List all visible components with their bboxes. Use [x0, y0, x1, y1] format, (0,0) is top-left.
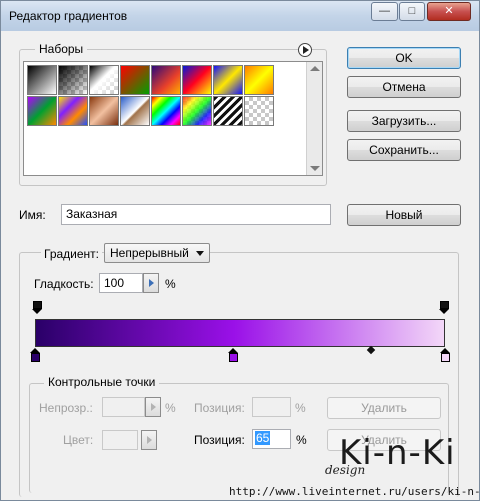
smoothness-unit: %: [165, 277, 176, 291]
load-button[interactable]: Загрузить...: [347, 110, 461, 132]
preset-swatch-spectrum[interactable]: [151, 96, 181, 126]
color-position-label: Позиция:: [194, 433, 245, 447]
color-position-unit: %: [296, 433, 307, 447]
preset-swatch-transparent[interactable]: [244, 96, 274, 126]
gradient-type-select[interactable]: Непрерывный: [104, 243, 210, 263]
color-stop-2[interactable]: [439, 348, 451, 362]
opacity-arrow-icon[interactable]: [145, 397, 161, 417]
smoothness-label: Гладкость:: [34, 277, 94, 291]
color-swatch-field[interactable]: [102, 430, 138, 450]
window-title: Редактор градиентов: [9, 9, 128, 23]
color-label: Цвет:: [63, 433, 94, 447]
preset-swatch-transparent-rainbow[interactable]: [182, 96, 212, 126]
smoothness-input[interactable]: 100: [99, 273, 143, 293]
close-button[interactable]: ✕: [427, 2, 471, 21]
preset-swatch-yellow-violet-orange-blue[interactable]: [58, 96, 88, 126]
name-input[interactable]: Заказная: [61, 204, 331, 225]
maximize-button[interactable]: □: [399, 2, 425, 21]
minimize-button[interactable]: —: [371, 2, 398, 21]
preset-swatch-black-white[interactable]: [27, 65, 57, 95]
gradient-type-value: Непрерывный: [110, 246, 189, 260]
gradient-editor-window: Редактор градиентов — □ ✕ Наборы OK Отме…: [0, 0, 480, 501]
title-bar[interactable]: Редактор градиентов — □ ✕: [1, 1, 479, 31]
opacity-input[interactable]: [102, 397, 145, 417]
opacity-label: Непрозр.:: [39, 401, 93, 415]
cancel-button[interactable]: Отмена: [347, 76, 461, 98]
presets-swatch-panel: [23, 61, 323, 176]
preset-swatch-black-transparent[interactable]: [58, 65, 88, 95]
preset-swatch-white-transparent[interactable]: [89, 65, 119, 95]
preset-swatch-violet-green-orange[interactable]: [27, 96, 57, 126]
color-stop-0[interactable]: [29, 348, 41, 362]
watermark-url: http://www.liveinternet.ru/users/ki-n-ki…: [229, 485, 480, 498]
color-arrow-icon[interactable]: [141, 430, 157, 450]
opacity-unit: %: [165, 401, 176, 415]
opacity-position-unit: %: [295, 401, 306, 415]
presets-label: Наборы: [35, 42, 88, 56]
save-button[interactable]: Сохранить...: [347, 139, 461, 161]
preset-swatch-blue-yellow-blue[interactable]: [213, 65, 243, 95]
opacity-stop-left[interactable]: [32, 301, 43, 314]
watermark-design: design: [325, 463, 366, 477]
play-circle-icon[interactable]: [298, 43, 312, 57]
opacity-position-input[interactable]: [252, 397, 291, 417]
preset-swatch-blue-red-yellow[interactable]: [182, 65, 212, 95]
presets-scrollbar[interactable]: [306, 62, 322, 175]
preset-swatch-orange-yellow-orange[interactable]: [244, 65, 274, 95]
color-stop-1[interactable]: [228, 348, 239, 362]
scroll-down-icon[interactable]: [310, 166, 320, 171]
preset-swatch-copper[interactable]: [89, 96, 119, 126]
preset-swatch-transparent-stripes[interactable]: [213, 96, 243, 126]
color-position-input[interactable]: 65: [252, 429, 291, 449]
gradient-preview-bar[interactable]: [35, 319, 445, 347]
name-label: Имя:: [19, 208, 46, 222]
opacity-stop-right[interactable]: [439, 301, 450, 314]
gradient-type-label: Градиент:: [41, 247, 103, 261]
preset-swatch-red-green[interactable]: [120, 65, 150, 95]
opacity-position-label: Позиция:: [194, 401, 245, 415]
preset-swatch-violet-orange[interactable]: [151, 65, 181, 95]
scroll-up-icon[interactable]: [310, 66, 320, 71]
control-points-label: Контрольные точки: [44, 375, 160, 389]
new-button[interactable]: Новый: [347, 204, 461, 226]
chevron-down-icon: [196, 251, 204, 256]
preset-swatch-chrome[interactable]: [120, 96, 150, 126]
ok-button[interactable]: OK: [347, 47, 461, 69]
smoothness-arrow-icon[interactable]: [143, 273, 159, 293]
opacity-delete-button[interactable]: Удалить: [327, 397, 441, 419]
